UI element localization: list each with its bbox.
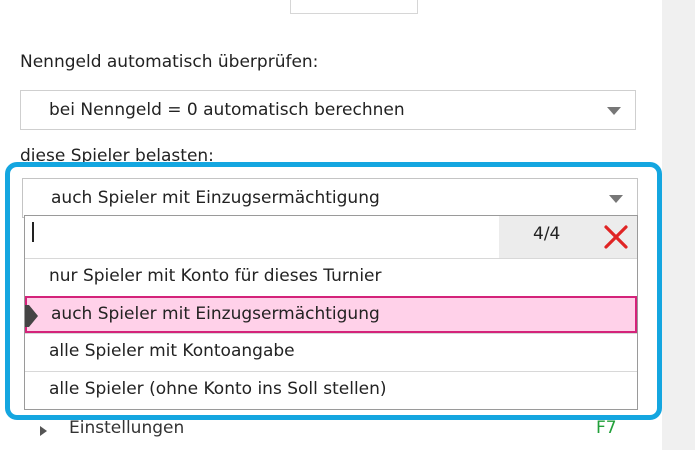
dropdown-option-label: auch Spieler mit Einzugsermächtigung	[51, 304, 380, 324]
chevron-down-icon[interactable]	[607, 107, 621, 115]
clear-x-icon[interactable]	[599, 220, 633, 254]
search-input[interactable]	[32, 222, 34, 242]
fee-check-select[interactable]: bei Nenngeld = 0 automatisch berechnen	[20, 90, 636, 130]
settings-shortcut: F7	[596, 418, 617, 438]
dropdown-option[interactable]: nur Spieler mit Konto für dieses Turnier	[25, 259, 637, 296]
right-side-panel	[662, 0, 695, 450]
match-counter: 4/4	[533, 224, 561, 244]
charge-players-select[interactable]: auch Spieler mit Einzugsermächtigung	[22, 178, 638, 218]
charge-players-select-value: auch Spieler mit Einzugsermächtigung	[51, 188, 380, 208]
selected-marker-icon	[25, 305, 38, 327]
fee-check-select-value: bei Nenngeld = 0 automatisch berechnen	[49, 100, 405, 120]
dropdown-option[interactable]: alle Spieler (ohne Konto ins Soll stelle…	[25, 372, 637, 409]
settings-section-label[interactable]: Einstellungen	[69, 418, 184, 438]
chevron-down-icon[interactable]	[609, 195, 623, 203]
dropdown-option-selected[interactable]: auch Spieler mit Einzugsermächtigung	[25, 296, 637, 333]
fee-check-label: Nenngeld automatisch überprüfen:	[20, 52, 319, 72]
top-input-stub[interactable]	[290, 0, 418, 14]
dropdown-option[interactable]: alle Spieler mit Kontoangabe	[25, 334, 637, 371]
counter-box: 4/4	[499, 216, 637, 258]
expand-arrow-icon[interactable]	[40, 426, 47, 436]
dropdown-search-row: 4/4	[25, 216, 637, 258]
dropdown-list: 4/4 nur Spieler mit Konto für dieses Tur…	[24, 215, 638, 410]
